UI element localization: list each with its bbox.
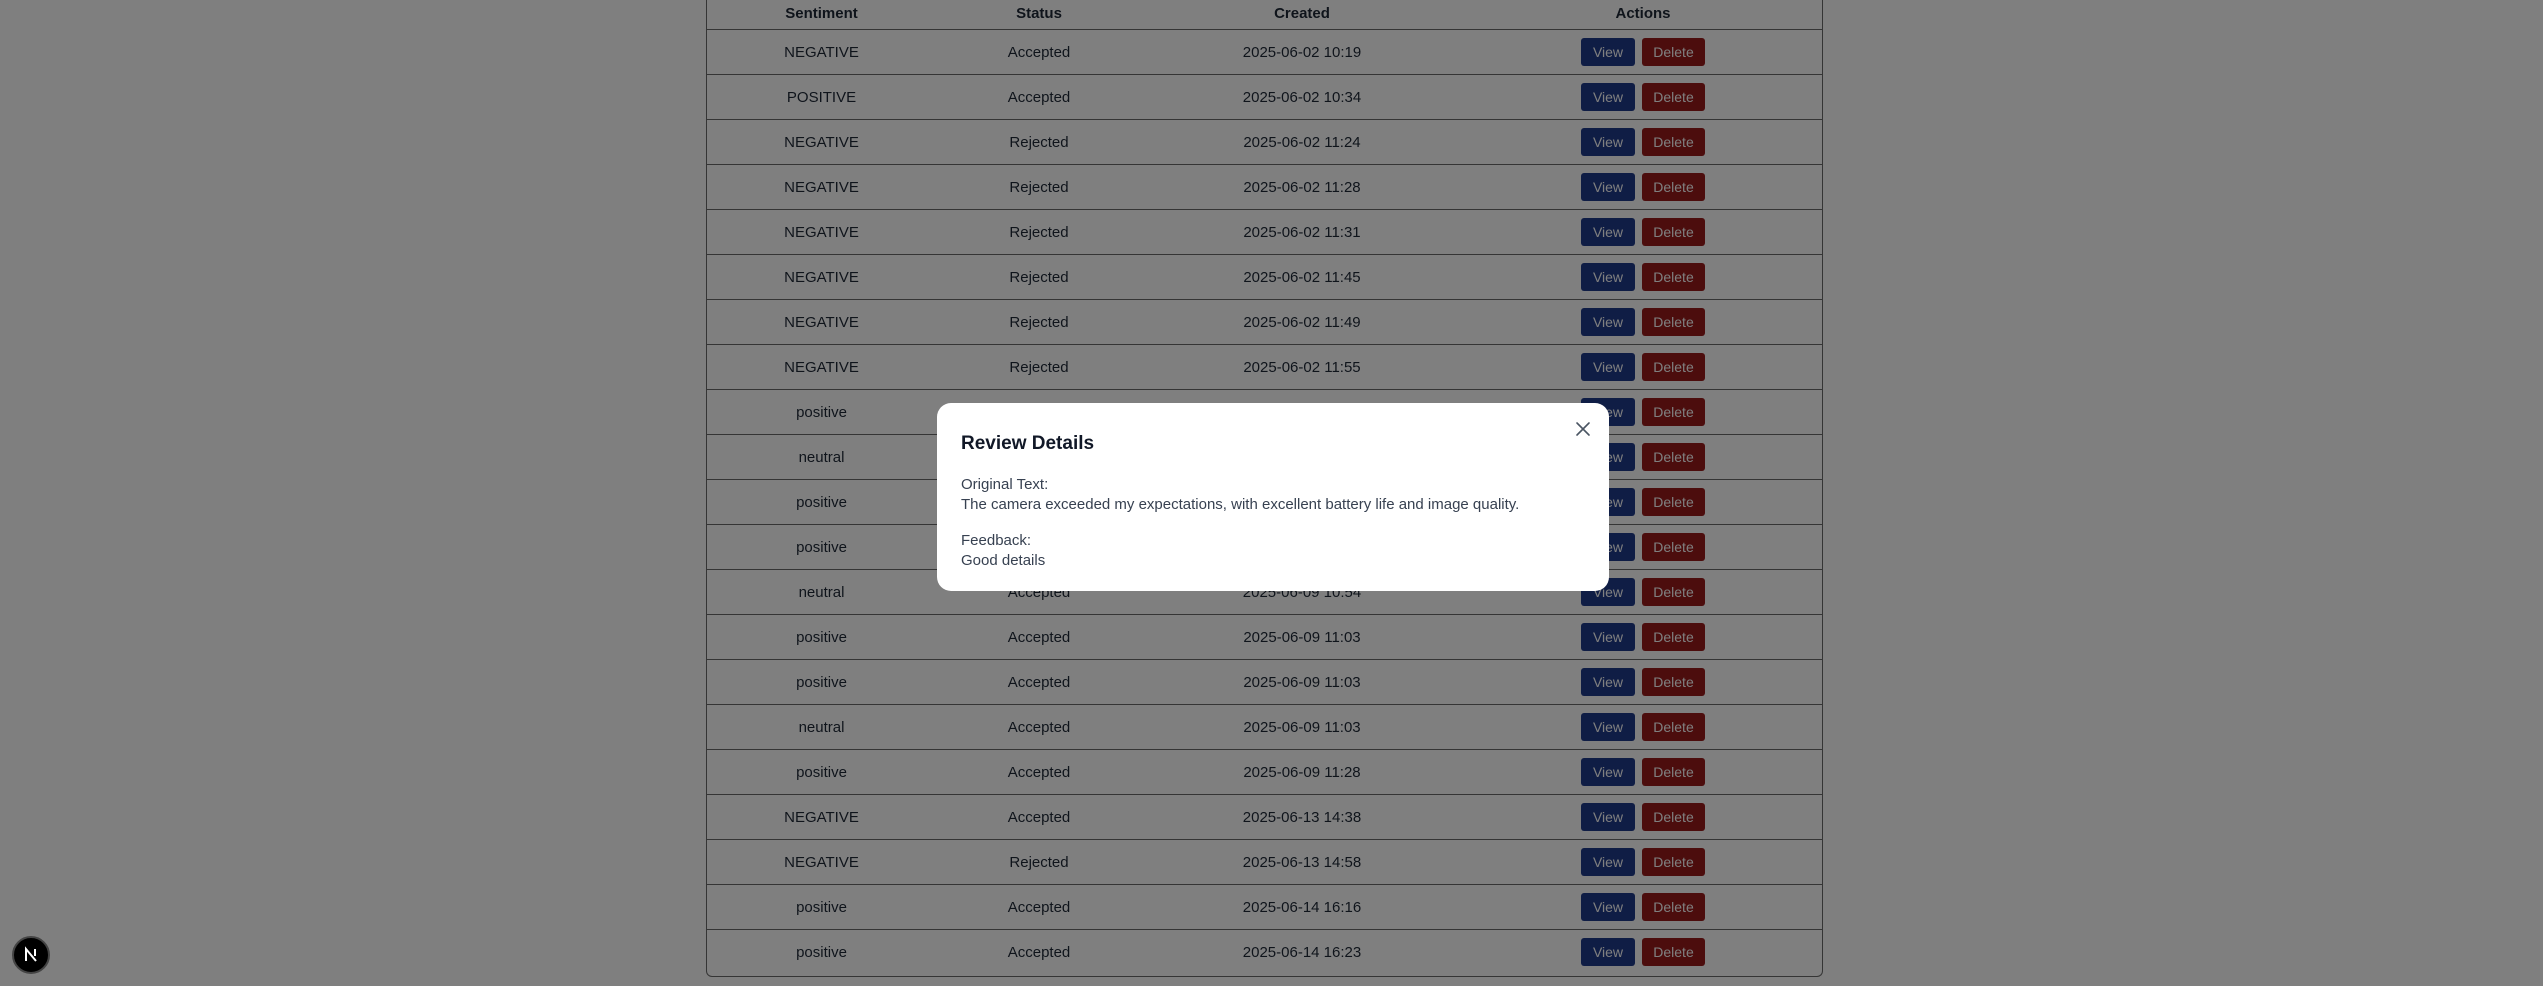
review-details-modal: Review Details Original Text: The camera…	[937, 403, 1609, 591]
original-text-value: The camera exceeded my expectations, wit…	[961, 496, 1520, 513]
feedback-section: Feedback: Good details	[961, 531, 1585, 571]
modal-title: Review Details	[961, 433, 1095, 454]
close-button[interactable]	[1571, 417, 1595, 441]
original-text-label: Original Text:	[961, 476, 1049, 493]
feedback-value: Good details	[961, 552, 1046, 569]
nextjs-logo-icon[interactable]	[12, 936, 50, 974]
nextjs-n-icon	[25, 946, 37, 962]
original-text-section: Original Text: The camera exceeded my ex…	[961, 475, 1585, 515]
feedback-label: Feedback:	[961, 532, 1032, 549]
close-icon	[1576, 422, 1590, 436]
